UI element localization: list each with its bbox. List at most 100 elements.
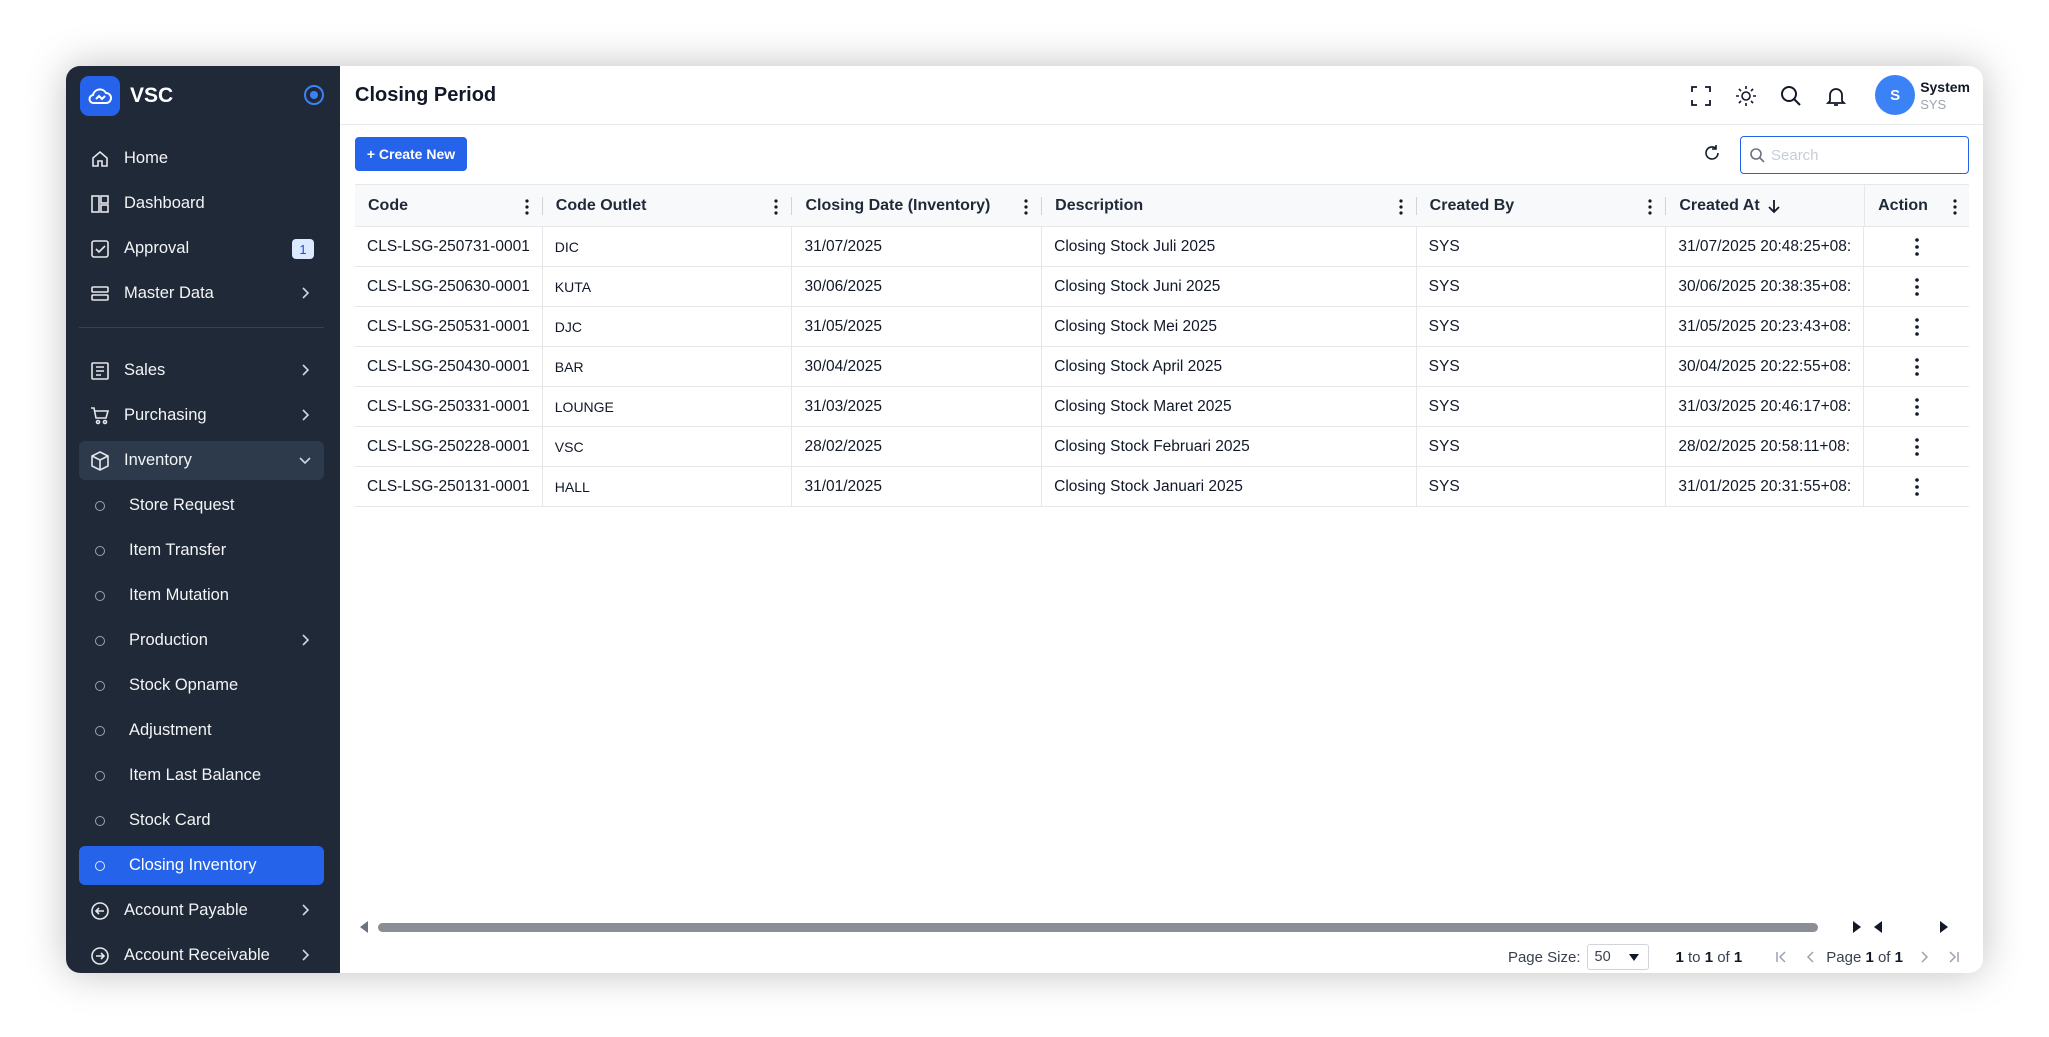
- bell-icon[interactable]: [1823, 83, 1848, 108]
- scroll-right-icon[interactable]: [1939, 921, 1949, 933]
- circle-icon: [95, 680, 105, 691]
- topbar-actions: [1688, 83, 1848, 108]
- chevron-right-icon: [302, 904, 310, 916]
- sidebar-item-master-data[interactable]: Master Data: [79, 274, 324, 313]
- sidebar-item-production[interactable]: Production: [79, 621, 324, 660]
- circle-icon: [95, 815, 105, 826]
- database-icon: [89, 283, 111, 305]
- column-menu-icon[interactable]: [1953, 199, 1957, 215]
- scrollbar-thumb[interactable]: [378, 923, 1818, 932]
- arrow-right-circle-icon: [89, 945, 111, 967]
- chevron-right-icon: [302, 364, 310, 376]
- page-size-select[interactable]: 50: [1586, 944, 1649, 970]
- scroll-right-icon[interactable]: [1852, 921, 1862, 933]
- sidebar-item-item-last-balance[interactable]: Item Last Balance: [79, 756, 324, 795]
- user-name: System: [1920, 78, 1970, 95]
- sidebar-item-account-receivable[interactable]: Account Receivable: [79, 936, 324, 973]
- next-page-icon[interactable]: [1917, 950, 1931, 964]
- table-row[interactable]: CLS-LSG-250430-0001 BAR 30/04/2025 Closi…: [355, 347, 1969, 387]
- data-grid: Code Code Outlet Closing Date (Inventory…: [355, 184, 1969, 876]
- circle-icon: [95, 635, 105, 646]
- column-header-code-outlet[interactable]: Code Outlet: [543, 185, 793, 226]
- search-box[interactable]: [1740, 136, 1969, 174]
- column-menu-icon[interactable]: [774, 199, 779, 215]
- first-page-icon[interactable]: [1774, 950, 1788, 964]
- sidebar-item-account-payable[interactable]: Account Payable: [79, 891, 324, 930]
- column-header-action[interactable]: Action: [1864, 185, 1969, 226]
- sidebar-item-label: Production: [129, 631, 208, 649]
- cell-closing-date: 31/03/2025: [792, 387, 1043, 426]
- cell-closing-date: 30/06/2025: [792, 267, 1043, 306]
- sidebar-item-label: Closing Inventory: [129, 856, 257, 874]
- cell-description: Closing Stock Februari 2025: [1042, 427, 1417, 466]
- row-action-menu-icon[interactable]: [1864, 387, 1969, 426]
- circle-icon: [95, 725, 105, 736]
- sidebar-item-purchasing[interactable]: Purchasing: [79, 396, 324, 435]
- sidebar-item-label: Account Receivable: [124, 946, 270, 964]
- user-menu[interactable]: S System SYS: [1875, 75, 1970, 115]
- row-action-menu-icon[interactable]: [1864, 307, 1969, 346]
- cell-created-at: 31/03/2025 20:46:17+08:: [1666, 387, 1865, 426]
- cell-description: Closing Stock Juli 2025: [1042, 227, 1417, 266]
- circle-icon: [95, 500, 105, 511]
- row-action-menu-icon[interactable]: [1864, 467, 1969, 506]
- column-menu-icon[interactable]: [525, 199, 529, 215]
- row-action-menu-icon[interactable]: [1864, 347, 1969, 386]
- search-input[interactable]: [1771, 146, 1951, 164]
- sidebar-item-label: Stock Card: [129, 811, 211, 829]
- approval-count-badge: 1: [292, 239, 314, 259]
- sidebar-item-home[interactable]: Home: [79, 139, 324, 178]
- column-menu-icon[interactable]: [1024, 199, 1028, 215]
- column-menu-icon[interactable]: [1648, 199, 1652, 215]
- search-icon[interactable]: [1778, 83, 1803, 108]
- row-action-menu-icon[interactable]: [1864, 267, 1969, 306]
- cell-description: Closing Stock Juni 2025: [1042, 267, 1417, 306]
- create-new-button[interactable]: + Create New: [355, 137, 467, 171]
- row-action-menu-icon[interactable]: [1864, 227, 1969, 266]
- cell-closing-date: 30/04/2025: [792, 347, 1043, 386]
- theme-sun-icon[interactable]: [1733, 83, 1758, 108]
- sidebar-item-item-transfer[interactable]: Item Transfer: [79, 531, 324, 570]
- sidebar-item-stock-card[interactable]: Stock Card: [79, 801, 324, 840]
- table-row[interactable]: CLS-LSG-250228-0001 VSC 28/02/2025 Closi…: [355, 427, 1969, 467]
- column-header-created-at[interactable]: Created At: [1666, 185, 1864, 226]
- cell-created-by: SYS: [1417, 347, 1667, 386]
- sidebar-item-label: Store Request: [129, 496, 235, 514]
- refresh-icon[interactable]: [1700, 141, 1724, 165]
- cell-code: CLS-LSG-250430-0001: [355, 347, 543, 386]
- sidebar-item-closing-inventory[interactable]: Closing Inventory: [79, 846, 324, 885]
- avatar: S: [1875, 75, 1916, 115]
- column-menu-icon[interactable]: [1399, 199, 1403, 215]
- sidebar-item-inventory[interactable]: Inventory: [79, 441, 324, 480]
- sidebar-item-store-request[interactable]: Store Request: [79, 486, 324, 525]
- cell-closing-date: 31/05/2025: [792, 307, 1043, 346]
- scroll-left-icon[interactable]: [1873, 921, 1883, 933]
- table-row[interactable]: CLS-LSG-250131-0001 HALL 31/01/2025 Clos…: [355, 467, 1969, 507]
- row-range: 1 to 1 of 1: [1675, 948, 1743, 966]
- previous-page-icon[interactable]: [1804, 950, 1818, 964]
- sidebar-item-item-mutation[interactable]: Item Mutation: [79, 576, 324, 615]
- column-header-created-by[interactable]: Created By: [1417, 185, 1667, 226]
- sidebar-item-adjustment[interactable]: Adjustment: [79, 711, 324, 750]
- pagination-footer: Page Size: 50 1 to 1 of 1 Page 1 of 1: [1508, 942, 1969, 972]
- brand: VSC: [66, 66, 340, 126]
- sidebar-item-approval[interactable]: Approval 1: [79, 229, 324, 268]
- cell-description: Closing Stock Januari 2025: [1042, 467, 1417, 506]
- sidebar-item-stock-opname[interactable]: Stock Opname: [79, 666, 324, 705]
- row-action-menu-icon[interactable]: [1864, 427, 1969, 466]
- column-header-description[interactable]: Description: [1042, 185, 1417, 226]
- fullscreen-icon[interactable]: [1688, 83, 1713, 108]
- sidebar-toggle-icon[interactable]: [304, 85, 324, 105]
- sidebar-item-dashboard[interactable]: Dashboard: [79, 184, 324, 223]
- table-row[interactable]: CLS-LSG-250630-0001 KUTA 30/06/2025 Clos…: [355, 267, 1969, 307]
- table-row[interactable]: CLS-LSG-250331-0001 LOUNGE 31/03/2025 Cl…: [355, 387, 1969, 427]
- column-header-code[interactable]: Code: [355, 185, 543, 226]
- table-row[interactable]: CLS-LSG-250531-0001 DJC 31/05/2025 Closi…: [355, 307, 1969, 347]
- scroll-left-icon[interactable]: [359, 921, 369, 933]
- sidebar-item-sales[interactable]: Sales: [79, 351, 324, 390]
- last-page-icon[interactable]: [1947, 950, 1961, 964]
- sidebar-item-label: Home: [124, 149, 169, 167]
- horizontal-scrollbar[interactable]: [355, 919, 1969, 935]
- column-header-closing-date[interactable]: Closing Date (Inventory): [792, 185, 1043, 226]
- table-row[interactable]: CLS-LSG-250731-0001 DIC 31/07/2025 Closi…: [355, 227, 1969, 267]
